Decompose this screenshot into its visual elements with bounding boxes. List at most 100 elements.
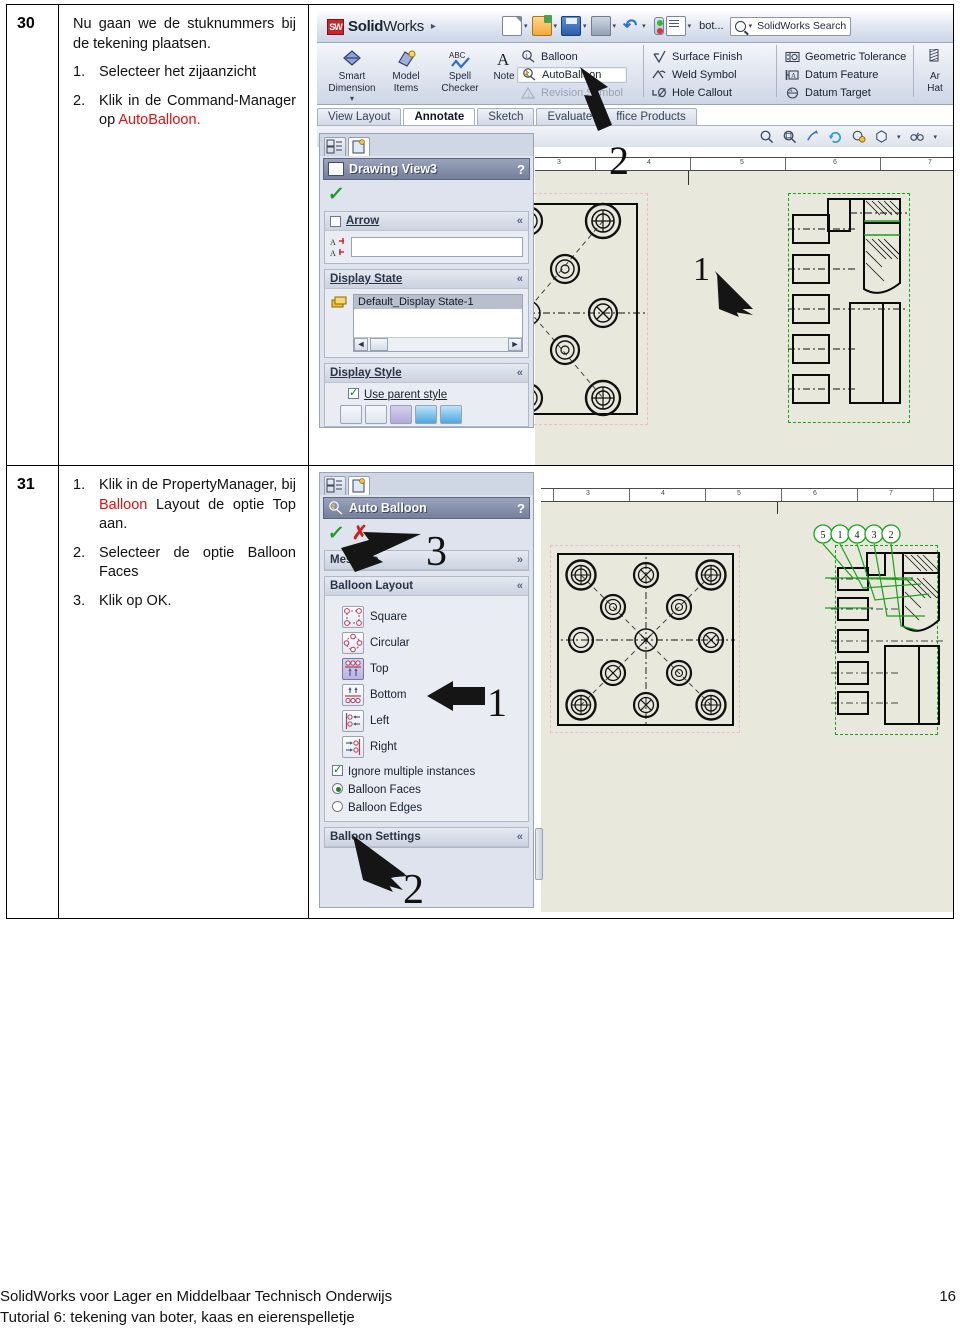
green-check-icon[interactable]: ✓ [327, 184, 346, 205]
property-manager-tab[interactable] [348, 137, 370, 156]
scroll-left-arrow[interactable]: ◄ [354, 338, 368, 351]
surface-finish-menu-item[interactable]: Surface Finish [648, 49, 746, 65]
view-side-geometry [788, 198, 908, 404]
drawing-sheet-30[interactable]: 34 56 7 1 [423, 157, 953, 465]
hidden-lines-visible-icon[interactable] [365, 405, 387, 424]
list-text-pre: Klik in de PropertyManager, bij [99, 477, 296, 493]
area-hatch-button[interactable]: Ar Hat [918, 45, 952, 94]
chevron-up-icon[interactable]: « [517, 580, 523, 592]
pan-icon[interactable] [805, 129, 820, 144]
chevron-up-icon[interactable]: « [517, 367, 523, 379]
chevron-down-icon[interactable]: ▾ [749, 22, 753, 30]
tab-view-layout[interactable]: View Layout [317, 108, 402, 125]
layout-option-circular[interactable]: Circular [342, 632, 523, 654]
wireframe-icon[interactable] [340, 405, 362, 424]
geometric-tolerance-menu-item[interactable]: Geometric Tolerance [781, 49, 910, 65]
datum-target-menu-item[interactable]: A Datum Target [781, 85, 910, 101]
section-balloon-layout-header[interactable]: Balloon Layout « [325, 577, 528, 596]
balloon-edges-radio[interactable] [332, 801, 343, 812]
chevron-down-icon[interactable]: ▾ [583, 22, 587, 30]
section-arrow-header[interactable]: Arrow « [325, 212, 528, 231]
area-hatch-label-top: Ar [930, 71, 940, 82]
layout-option-right[interactable]: Right [342, 736, 523, 758]
datum-feature-menu-item[interactable]: A Datum Feature [781, 67, 910, 83]
options-icon[interactable] [665, 16, 686, 36]
smart-dimension-button[interactable]: Smart Dimension ▾ [325, 45, 379, 103]
chevron-down-icon[interactable]: ▾ [524, 22, 528, 30]
weld-symbol-menu-item[interactable]: Weld Symbol [648, 67, 746, 83]
ribbon-separator [643, 45, 644, 97]
instruction-table: 30 Nu gaan we de stuknummers bij de teke… [6, 4, 954, 919]
drawing-sheet-31[interactable]: 34 56 7 5 1 4 3 2 [535, 488, 953, 912]
sw-menu-caret[interactable]: ▸ [431, 21, 436, 32]
table-row: 31 1. Klik in de PropertyManager, bij Ba… [6, 465, 954, 919]
chevron-down-icon[interactable]: ▾ [325, 94, 379, 103]
use-parent-style-row[interactable]: Use parent style [348, 386, 523, 401]
save-icon[interactable] [561, 16, 582, 36]
chevron-down-icon[interactable]: ▾ [897, 133, 901, 141]
section-display-state-header[interactable]: Display State « [325, 270, 528, 289]
open-folder-icon[interactable] [531, 15, 552, 36]
shaded-icon[interactable] [440, 405, 462, 424]
scroll-right-arrow[interactable]: ► [508, 338, 522, 351]
chevron-down-icon[interactable]: » [517, 554, 523, 566]
zoom-in-icon[interactable] [759, 129, 774, 144]
use-parent-style-checkbox[interactable] [348, 386, 359, 399]
property-manager-tab[interactable] [348, 476, 370, 495]
callout-number-1-row31: 1 [487, 680, 507, 725]
solidworks-window-31: 34 56 7 5 1 4 3 2 Auto Balloon ? ✓ ✗ » B… [309, 466, 953, 918]
chevron-down-icon[interactable]: ▾ [642, 22, 646, 30]
tab-annotate[interactable]: Annotate [403, 108, 476, 125]
tab-sketch[interactable]: Sketch [477, 108, 535, 125]
print-icon[interactable] [590, 16, 611, 36]
section-arrow-title: Arrow [346, 215, 380, 227]
ignore-multiple-instances-row[interactable]: Ignore multiple instances [332, 763, 523, 778]
ignore-multiple-instances-checkbox[interactable] [332, 763, 343, 776]
chevron-up-icon[interactable]: « [517, 215, 523, 227]
feature-manager-tab[interactable] [324, 137, 346, 156]
hidden-lines-removed-icon[interactable] [390, 405, 412, 424]
help-icon[interactable]: ? [517, 162, 525, 177]
chevron-up-icon[interactable]: « [517, 831, 523, 843]
undo-icon[interactable]: ↶ [620, 16, 640, 36]
chevron-down-icon[interactable]: ▾ [933, 133, 937, 141]
balloon-faces-radio[interactable] [332, 783, 343, 794]
display-state-listbox[interactable]: Default_Display State-1 ◄ ► [353, 294, 523, 352]
search-input[interactable]: ▾ SolidWorks Search [729, 16, 852, 36]
sheet-marker [688, 171, 689, 185]
view-orientation-icon[interactable] [874, 129, 889, 144]
page-number: 16 [939, 1288, 956, 1305]
balloon-edges-row[interactable]: Balloon Edges [332, 801, 523, 814]
rebuild-icon[interactable] [828, 129, 843, 144]
layout-option-top[interactable]: Top [342, 658, 523, 680]
shaded-with-edges-icon[interactable] [415, 405, 437, 424]
arrow-text-field[interactable] [351, 237, 523, 257]
ribbon-column-4: Ar Hat [909, 45, 952, 103]
balloon-menu-item[interactable]: 1 Balloon [517, 49, 627, 65]
zoom-area-icon[interactable] [782, 129, 797, 144]
section-display-style-header[interactable]: Display Style « [325, 364, 528, 383]
hole-callout-menu-item[interactable]: Hole Callout [648, 85, 746, 101]
listbox-horizontal-scrollbar[interactable]: ◄ ► [354, 337, 522, 351]
display-style-icon[interactable] [910, 129, 925, 144]
chevron-up-icon[interactable]: « [517, 273, 523, 285]
scrollbar-thumb[interactable] [370, 338, 388, 351]
arrow-checkbox[interactable] [330, 215, 341, 227]
new-document-icon[interactable] [502, 16, 522, 36]
layout-option-square[interactable]: Square [342, 606, 523, 628]
chevron-down-icon[interactable]: ▾ [554, 22, 558, 30]
section-icon[interactable] [851, 129, 866, 144]
rebuild-status-icon[interactable] [653, 17, 664, 35]
list-item: 1. Selecteer het zijaanzicht [73, 63, 296, 83]
chevron-down-icon[interactable]: ▾ [688, 22, 692, 30]
balloon-faces-row[interactable]: Balloon Faces [332, 783, 523, 796]
feature-manager-tab[interactable] [324, 476, 346, 495]
display-state-selected-item[interactable]: Default_Display State-1 [354, 295, 522, 309]
note-button[interactable]: A Note [487, 45, 521, 83]
help-icon[interactable]: ? [517, 501, 525, 516]
spell-checker-button[interactable]: ABC Spell Checker [433, 45, 487, 94]
panel-collapse-handle[interactable] [535, 828, 543, 880]
datum-feature-icon: A [785, 68, 800, 82]
chevron-down-icon[interactable]: ▾ [613, 22, 617, 30]
model-items-button[interactable]: Model Items [379, 45, 433, 94]
